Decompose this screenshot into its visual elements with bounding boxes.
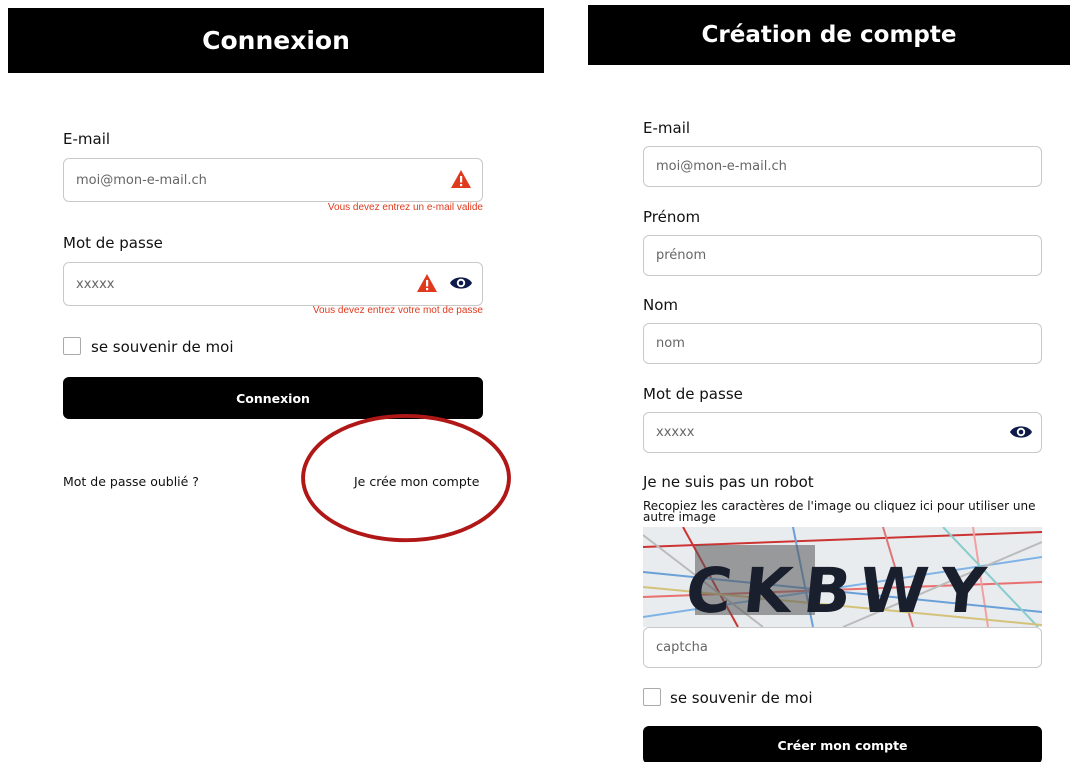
signup-submit-button[interactable]: Créer mon compte [643,726,1042,762]
login-submit-label: Connexion [236,390,310,406]
login-header: Connexion [8,8,544,73]
signup-lastname-placeholder: nom [656,336,685,351]
annotation-circle [301,413,511,543]
signup-lastname-label: Nom [643,296,679,314]
login-password-label: Mot de passe [63,234,163,252]
login-remember-checkbox[interactable] [63,337,81,355]
login-password-placeholder: xxxxx [76,276,115,292]
login-email-error: Vous devez entrez un e-mail valide [327,202,483,213]
signup-firstname-input[interactable]: prénom [643,235,1042,276]
signup-password-label: Mot de passe [643,385,743,403]
signup-firstname-label: Prénom [643,208,701,226]
login-email-label: E-mail [63,130,111,148]
signup-email-placeholder: moi@mon-e-mail.ch [656,159,787,174]
robot-title: Je ne suis pas un robot [643,473,814,491]
signup-email-label: E-mail [643,119,691,137]
captcha-input[interactable]: captcha [643,627,1042,668]
eye-icon[interactable] [449,275,473,291]
captcha-placeholder: captcha [656,640,708,655]
captcha-image[interactable]: CKBWY [643,527,1042,627]
login-password-error: Vous devez entrez votre mot de passe [312,305,483,316]
signup-lastname-input[interactable]: nom [643,323,1042,364]
signup-submit-label: Créer mon compte [777,737,908,753]
signup-remember-label: se souvenir de moi [670,689,813,707]
login-email-placeholder: moi@mon-e-mail.ch [76,172,207,188]
signup-title: Création de compte [701,22,957,48]
signup-password-placeholder: xxxxx [656,425,695,440]
forgot-password-link[interactable]: Mot de passe oublié ? [63,474,199,489]
signup-remember-checkbox[interactable] [643,688,661,706]
captcha-instructions[interactable]: Recopiez les caractères de l'image ou cl… [643,500,1043,523]
warning-icon [417,274,437,292]
warning-icon [451,170,471,188]
login-email-input[interactable]: moi@mon-e-mail.ch [63,158,483,202]
signup-password-input[interactable]: xxxxx [643,412,1042,453]
captcha-glyphs: CKBWY [682,554,1000,627]
signup-email-input[interactable]: moi@mon-e-mail.ch [643,146,1042,187]
login-remember-label: se souvenir de moi [91,338,234,356]
signup-firstname-placeholder: prénom [656,248,707,263]
eye-icon[interactable] [1009,424,1033,440]
login-title: Connexion [202,26,350,55]
signup-header: Création de compte [588,5,1070,65]
